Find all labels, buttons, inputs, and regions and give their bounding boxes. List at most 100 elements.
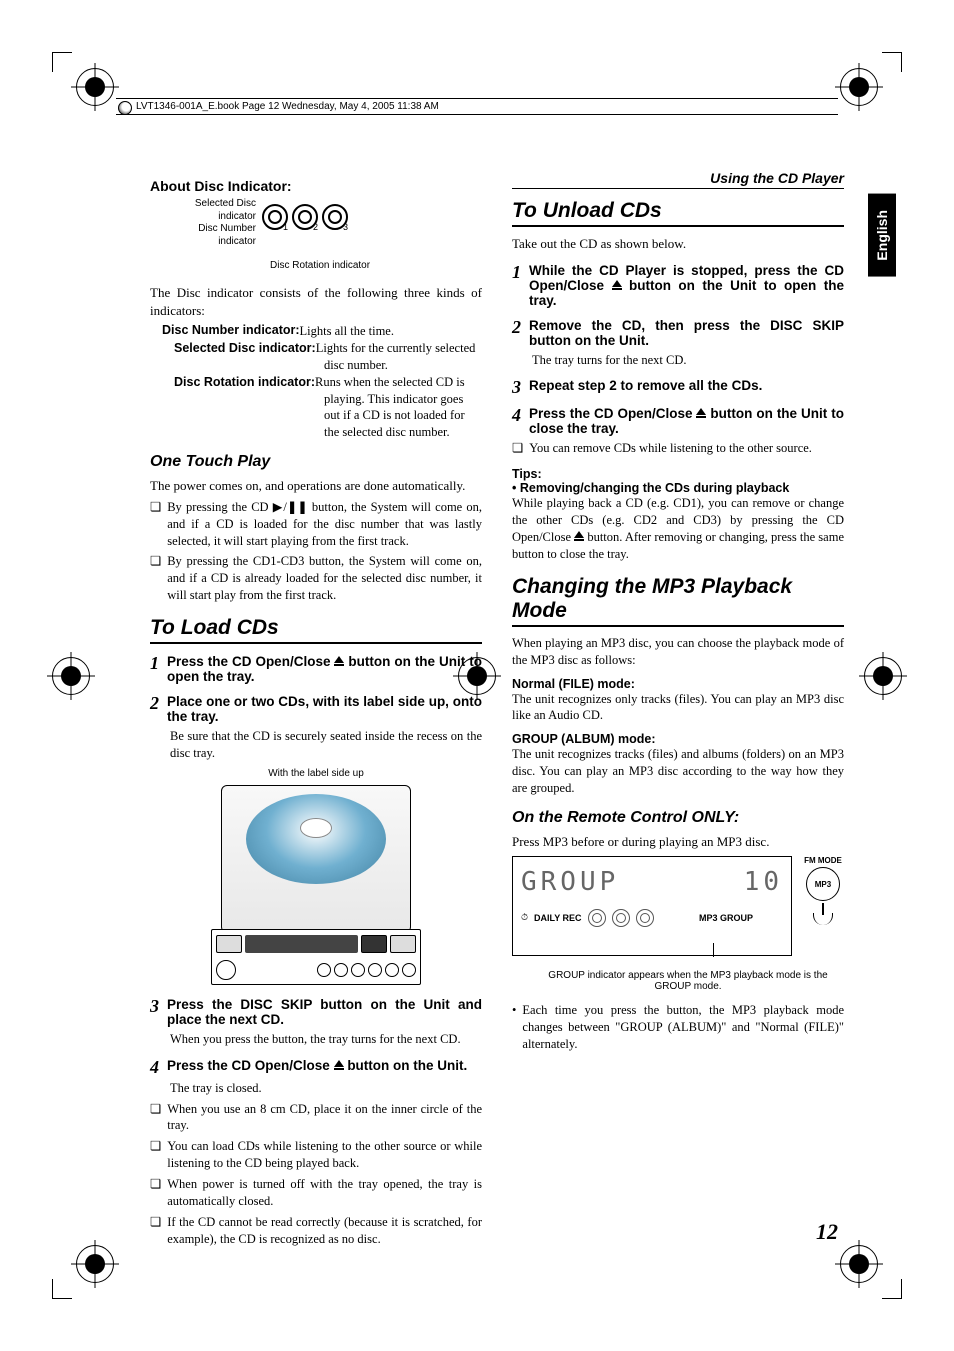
mp3-button-illustration: FM MODE MP3 — [802, 856, 844, 925]
right-column: Using the CD Player To Unload CDs Take o… — [512, 170, 844, 1231]
bullet-icon: ❏ — [150, 499, 161, 550]
normal-mode-label: Normal (FILE) mode: — [512, 677, 844, 691]
registration-mark — [76, 68, 114, 106]
step-number: 3 — [512, 378, 521, 396]
bullet-icon: • — [512, 1002, 516, 1053]
disc-icon: 3 — [322, 204, 348, 230]
step-text: Press the CD Open/Close button on the Un… — [167, 654, 482, 684]
remote-intro: Press MP3 before or during playing an MP… — [512, 833, 844, 851]
step-sub: The tray is closed. — [170, 1080, 482, 1097]
def-term: Disc Rotation indicator: — [174, 375, 315, 389]
bullet-icon: ❏ — [150, 553, 161, 604]
tips-body: While playing back a CD (e.g. CD1), you … — [512, 495, 844, 563]
changing-mp3-mode-title: Changing the MP3 Playback Mode — [512, 575, 844, 627]
note-text: You can remove CDs while listening to th… — [529, 440, 812, 457]
group-mode-label: GROUP (ALBUM) mode: — [512, 732, 844, 746]
registration-mark — [76, 1245, 114, 1283]
disc-icon: 1 — [262, 204, 288, 230]
one-touch-intro: The power comes on, and operations are d… — [150, 477, 482, 495]
page-number: 12 — [816, 1219, 838, 1245]
step-text: Press the DISC SKIP button on the Unit a… — [167, 997, 482, 1027]
def-value: Lights for the currently selected disc n… — [316, 341, 476, 372]
note-text: If the CD cannot be read correctly (beca… — [167, 1214, 482, 1248]
lcd-caption: GROUP indicator appears when the MP3 pla… — [532, 970, 844, 992]
disc-icon — [612, 909, 630, 927]
to-unload-cds-title: To Unload CDs — [512, 199, 844, 227]
illustration-caption: With the label side up — [150, 768, 482, 779]
step-number: 2 — [150, 694, 159, 724]
disc-rotation-indicator-label: Disc Rotation indicator — [270, 260, 370, 271]
unload-intro: Take out the CD as shown below. — [512, 235, 844, 253]
disc-number-indicator-label: Disc Number indicator — [166, 223, 256, 248]
lcd-text-group: GROUP — [521, 865, 619, 900]
def-value: Lights all the time. — [300, 323, 394, 340]
crop-mark — [52, 52, 72, 72]
crop-mark — [882, 1279, 902, 1299]
mp3-intro: When playing an MP3 disc, you can choose… — [512, 635, 844, 669]
about-disc-indicator-title: About Disc Indicator: — [150, 178, 482, 194]
step-text: Remove the CD, then press the DISC SKIP … — [529, 318, 844, 348]
remote-control-title: On the Remote Control ONLY: — [512, 809, 844, 827]
step-sub: Be sure that the CD is securely seated i… — [170, 728, 482, 762]
step-text: Place one or two CDs, with its label sid… — [167, 694, 482, 724]
tips-heading: Tips: — [512, 467, 844, 481]
bullet-icon: ❏ — [150, 1138, 161, 1172]
step-number: 4 — [512, 406, 521, 436]
step-sub: When you press the button, the tray turn… — [170, 1031, 482, 1048]
bullet-icon: ❏ — [150, 1214, 161, 1248]
step-number: 3 — [150, 997, 159, 1027]
note-text: You can load CDs while listening to the … — [167, 1138, 482, 1172]
tips-subheading: • Removing/changing the CDs during playb… — [512, 481, 844, 495]
mp3-button-cap: MP3 — [806, 867, 840, 901]
bullet-icon: ❏ — [150, 1101, 161, 1135]
step-number: 4 — [150, 1058, 159, 1076]
indicator-intro: The Disc indicator consists of the follo… — [150, 284, 482, 319]
bullet-icon: ❏ — [512, 440, 523, 457]
print-header: LVT1346-001A_E.book Page 12 Wednesday, M… — [116, 98, 838, 115]
normal-mode-body: The unit recognizes only tracks (files).… — [512, 691, 844, 725]
disc-icon — [588, 909, 606, 927]
note-text: When you use an 8 cm CD, place it on the… — [167, 1101, 482, 1135]
clock-icon: ⏱ — [521, 912, 528, 923]
step-number: 1 — [512, 263, 521, 308]
step-text: While the CD Player is stopped, press th… — [529, 263, 844, 308]
lcd-display-illustration: GROUP 10 ⏱ DAILY REC MP3 GROUP — [512, 856, 792, 956]
eject-icon — [334, 1060, 344, 1070]
fm-mode-label: FM MODE — [802, 856, 844, 865]
eject-icon — [574, 531, 584, 541]
step-text: Press the CD Open/Close button on the Un… — [529, 406, 844, 436]
mp3-group-indicator: MP3 GROUP — [699, 913, 753, 923]
lcd-text-track: 10 — [744, 865, 783, 900]
disc-indicator-diagram: Selected Disc indicator Disc Number indi… — [150, 198, 482, 278]
def-term: Disc Number indicator: — [162, 323, 300, 340]
eject-icon — [334, 656, 344, 666]
one-touch-play-title: One Touch Play — [150, 453, 482, 471]
to-load-cds-title: To Load CDs — [150, 616, 482, 644]
note-text: When power is turned off with the tray o… — [167, 1176, 482, 1210]
registration-mark — [864, 657, 902, 695]
step-number: 2 — [512, 318, 521, 348]
def-value: Runs when the selected CD is playing. Th… — [315, 375, 465, 440]
daily-rec-label: DAILY REC — [534, 913, 582, 923]
disc-icon: 2 — [292, 204, 318, 230]
language-tab: English — [868, 194, 896, 277]
registration-mark — [840, 1245, 878, 1283]
registration-mark — [840, 68, 878, 106]
def-term: Selected Disc indicator: — [174, 341, 316, 355]
step-number: 1 — [150, 654, 159, 684]
step-text: Press the CD Open/Close button on the Un… — [167, 1058, 482, 1076]
selected-disc-indicator-label: Selected Disc indicator — [166, 198, 256, 223]
bullet-text: By pressing the CD1-CD3 button, the Syst… — [167, 553, 482, 604]
crop-mark — [52, 1279, 72, 1299]
registration-mark — [52, 657, 90, 695]
disc-icon — [636, 909, 654, 927]
crop-mark — [882, 52, 902, 72]
step-text: Repeat step 2 to remove all the CDs. — [529, 378, 844, 396]
step-sub: The tray turns for the next CD. — [532, 352, 844, 369]
eject-icon — [612, 280, 622, 290]
running-head: Using the CD Player — [512, 170, 844, 189]
bullet-icon: ❏ — [150, 1176, 161, 1210]
bullet-text: By pressing the CD ▶/❚❚ button, the Syst… — [167, 499, 482, 550]
left-column: About Disc Indicator: Selected Disc indi… — [150, 170, 482, 1231]
group-mode-body: The unit recognizes tracks (files) and a… — [512, 746, 844, 797]
